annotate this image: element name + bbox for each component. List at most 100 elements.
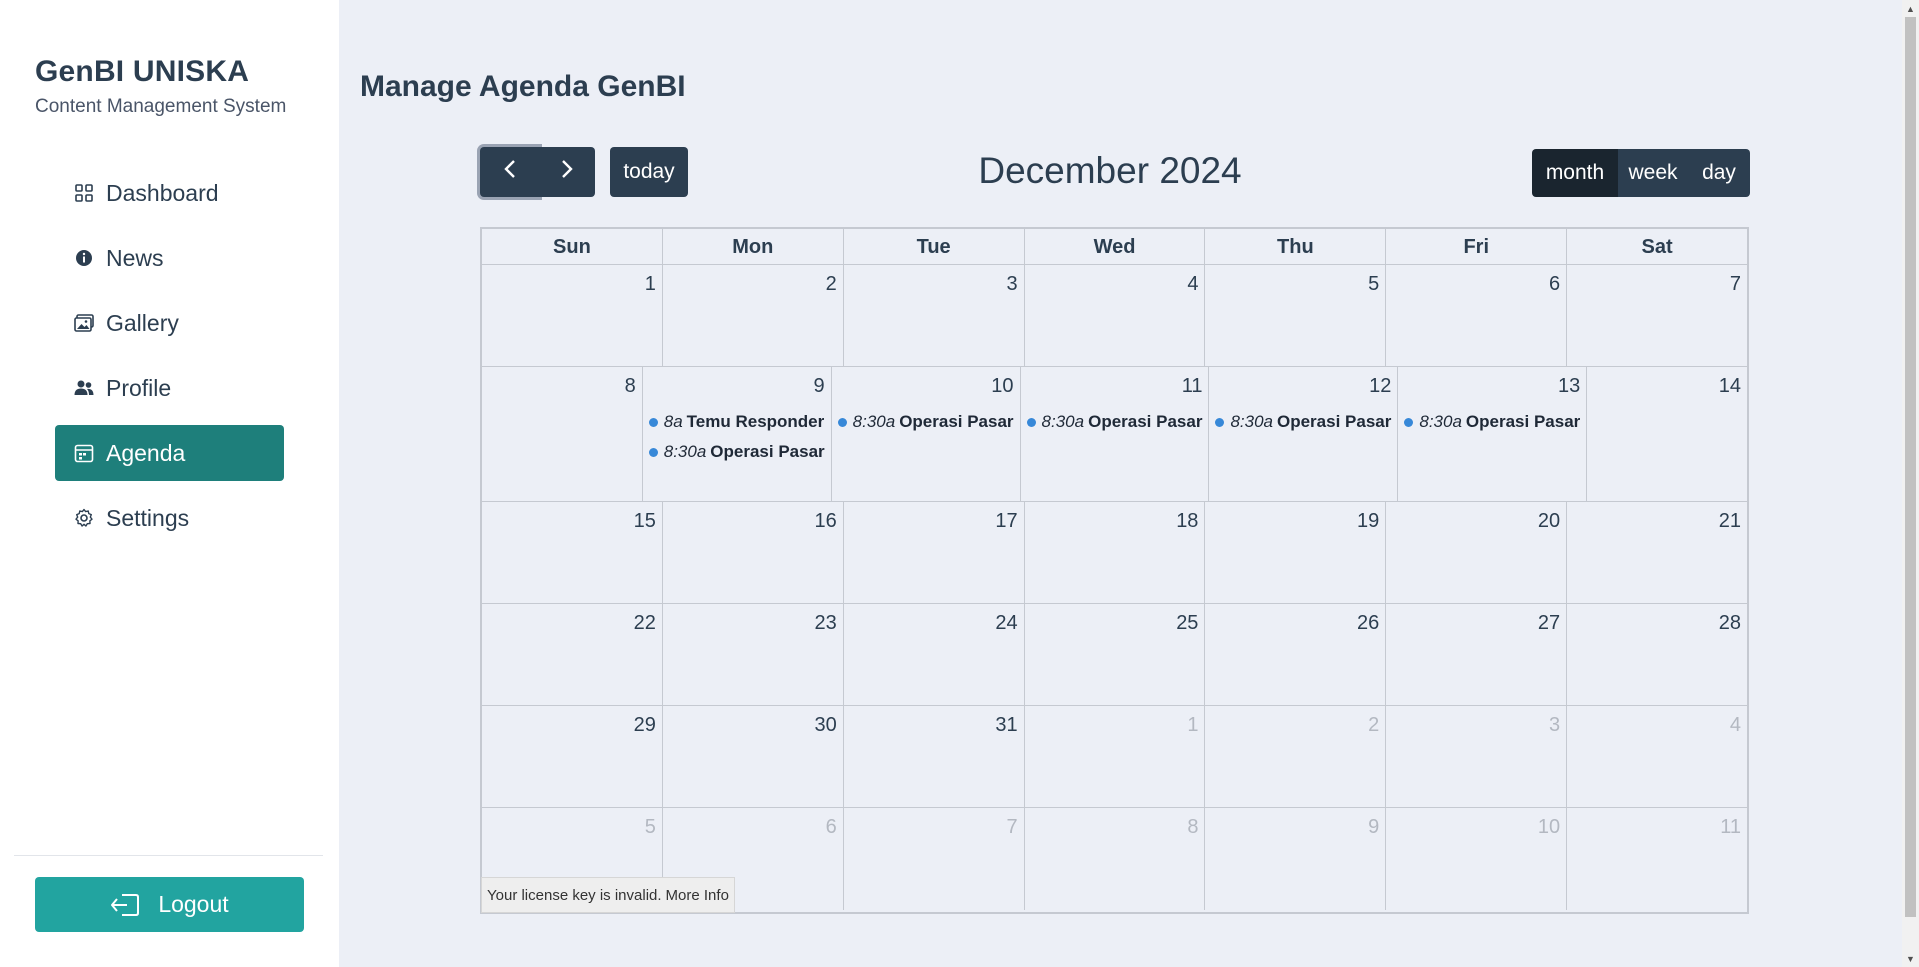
calendar-event[interactable]: 8:30a Operasi Pasar (648, 437, 825, 467)
scrollbar[interactable]: ▲ ▼ (1902, 0, 1919, 967)
day-cell[interactable]: 29 (482, 706, 663, 807)
day-cell[interactable]: 3 (844, 265, 1025, 366)
day-cell[interactable]: 8 (482, 367, 643, 501)
sidebar-item-gallery[interactable]: Gallery (55, 295, 284, 351)
calendar-event[interactable]: 8a Temu Responder (648, 407, 825, 437)
day-number[interactable]: 13 (1404, 375, 1580, 399)
day-number[interactable]: 7 (850, 816, 1017, 840)
day-number[interactable]: 17 (850, 510, 1017, 534)
sidebar-item-news[interactable]: News (55, 230, 284, 286)
day-cell[interactable]: 3 (1386, 706, 1568, 807)
day-cell[interactable]: 11 (1567, 808, 1747, 910)
week-view-button[interactable]: week (1618, 149, 1688, 197)
day-number[interactable]: 9 (649, 375, 825, 399)
day-number[interactable]: 16 (669, 510, 836, 534)
day-cell[interactable]: 10 (1386, 808, 1568, 910)
day-cell[interactable]: 27 (1386, 604, 1568, 705)
day-cell[interactable]: 9 8a Temu Responder 8:30a Operasi Pasar (643, 367, 832, 501)
day-number[interactable]: 1 (1031, 714, 1198, 738)
day-number[interactable]: 29 (488, 714, 656, 738)
day-number[interactable]: 1 (488, 273, 656, 297)
day-number[interactable]: 19 (1211, 510, 1379, 534)
day-cell[interactable]: 17 (844, 502, 1025, 603)
month-view-button[interactable]: month (1532, 149, 1618, 197)
next-month-button[interactable] (539, 147, 595, 197)
logout-button[interactable]: Logout (35, 877, 304, 932)
day-cell[interactable]: 5 (1205, 265, 1387, 366)
day-number[interactable]: 11 (1573, 816, 1741, 840)
day-number[interactable]: 10 (838, 375, 1013, 399)
day-number[interactable]: 11 (1027, 375, 1203, 399)
day-cell[interactable]: 21 (1567, 502, 1747, 603)
day-cell[interactable]: 25 (1025, 604, 1206, 705)
today-button[interactable]: today (610, 147, 688, 197)
day-number[interactable]: 3 (850, 273, 1017, 297)
day-number[interactable]: 30 (669, 714, 836, 738)
day-number[interactable]: 21 (1573, 510, 1741, 534)
day-number[interactable]: 22 (488, 612, 656, 636)
day-number[interactable]: 5 (1211, 273, 1379, 297)
day-number[interactable]: 6 (669, 816, 837, 840)
day-cell[interactable]: 7 (844, 808, 1025, 910)
day-number[interactable]: 28 (1573, 612, 1741, 636)
day-cell[interactable]: 10 8:30a Operasi Pasar (832, 367, 1021, 501)
day-number[interactable]: 15 (488, 510, 656, 534)
day-number[interactable]: 9 (1211, 816, 1379, 840)
day-number[interactable]: 20 (1392, 510, 1560, 534)
day-cell[interactable]: 11 8:30a Operasi Pasar (1021, 367, 1210, 501)
day-number[interactable]: 26 (1211, 612, 1379, 636)
day-cell[interactable]: 8 (1025, 808, 1206, 910)
day-number[interactable]: 25 (1031, 612, 1198, 636)
day-number[interactable]: 4 (1031, 273, 1198, 297)
day-cell[interactable]: 15 (482, 502, 663, 603)
day-number[interactable]: 2 (669, 273, 837, 297)
calendar-event[interactable]: 8:30a Operasi Pasar (837, 407, 1014, 437)
day-number[interactable]: 24 (850, 612, 1017, 636)
day-number[interactable]: 31 (850, 714, 1017, 738)
scroll-thumb[interactable] (1905, 17, 1916, 917)
day-cell[interactable]: 13 8:30a Operasi Pasar (1398, 367, 1588, 501)
day-cell[interactable]: 9 (1205, 808, 1387, 910)
day-number[interactable]: 12 (1215, 375, 1391, 399)
day-cell[interactable]: 19 (1205, 502, 1387, 603)
calendar-event[interactable]: 8:30a Operasi Pasar (1215, 407, 1391, 437)
day-number[interactable]: 6 (1392, 273, 1560, 297)
day-cell[interactable]: 30 (663, 706, 844, 807)
day-cell[interactable]: 14 (1587, 367, 1747, 501)
day-number[interactable]: 18 (1031, 510, 1198, 534)
scroll-down-arrow-icon[interactable]: ▼ (1902, 950, 1919, 967)
sidebar-item-dashboard[interactable]: Dashboard (55, 165, 284, 221)
calendar-event[interactable]: 8:30a Operasi Pasar (1404, 407, 1580, 437)
day-number[interactable]: 7 (1573, 273, 1741, 297)
scroll-up-arrow-icon[interactable]: ▲ (1902, 0, 1919, 17)
day-cell[interactable]: 24 (844, 604, 1025, 705)
sidebar-item-agenda[interactable]: Agenda (55, 425, 284, 481)
day-number[interactable]: 8 (1031, 816, 1198, 840)
day-cell[interactable]: 16 (663, 502, 844, 603)
day-cell[interactable]: 4 (1025, 265, 1206, 366)
day-cell[interactable]: 12 8:30a Operasi Pasar (1209, 367, 1399, 501)
day-number[interactable]: 5 (488, 816, 656, 840)
sidebar-item-settings[interactable]: Settings (55, 490, 284, 546)
day-cell[interactable]: 31 (844, 706, 1025, 807)
day-cell[interactable]: 1 (482, 265, 663, 366)
day-cell[interactable]: 4 (1567, 706, 1747, 807)
prev-month-button[interactable] (480, 147, 539, 197)
day-view-button[interactable]: day (1688, 149, 1750, 197)
day-cell[interactable]: 2 (1205, 706, 1387, 807)
day-cell[interactable]: 18 (1025, 502, 1206, 603)
day-cell[interactable]: 7 (1567, 265, 1747, 366)
day-cell[interactable]: 6 (1386, 265, 1568, 366)
day-number[interactable]: 27 (1392, 612, 1560, 636)
day-number[interactable]: 23 (669, 612, 836, 636)
day-cell[interactable]: 20 (1386, 502, 1568, 603)
calendar-event[interactable]: 8:30a Operasi Pasar (1026, 407, 1202, 437)
day-cell[interactable]: 23 (663, 604, 844, 705)
day-number[interactable]: 2 (1211, 714, 1379, 738)
day-number[interactable]: 4 (1573, 714, 1741, 738)
day-cell[interactable]: 2 (663, 265, 844, 366)
day-cell[interactable]: 22 (482, 604, 663, 705)
day-cell[interactable]: 28 (1567, 604, 1747, 705)
license-more-info-link[interactable]: More Info (666, 887, 729, 904)
sidebar-item-profile[interactable]: Profile (55, 360, 284, 416)
